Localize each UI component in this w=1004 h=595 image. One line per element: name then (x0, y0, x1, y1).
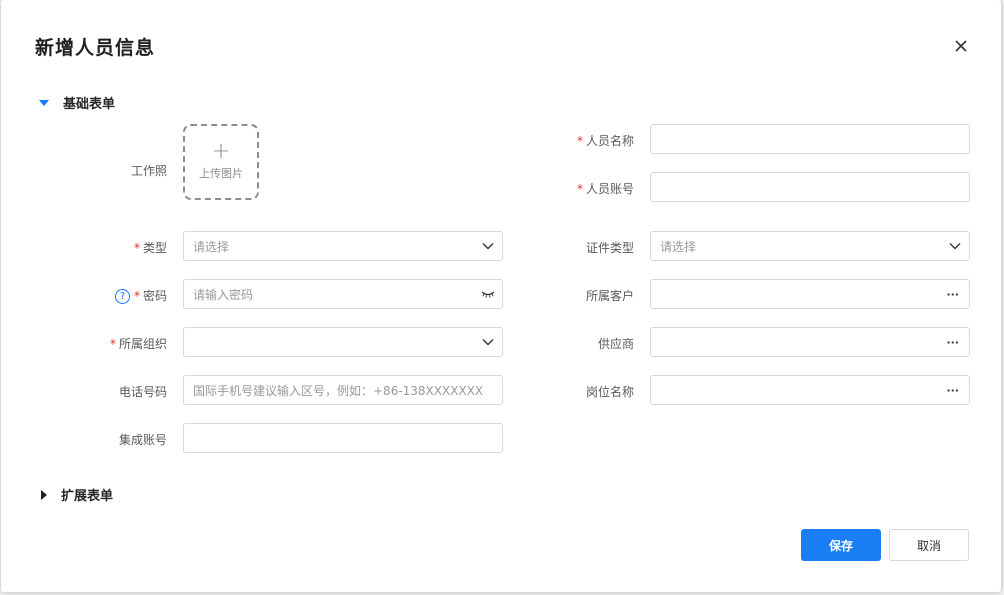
eye-closed-icon[interactable] (481, 289, 495, 299)
more-icon[interactable]: ··· (946, 288, 959, 301)
phone-label: 电话号码 (118, 385, 167, 399)
work-photo-label: 工作照 (130, 164, 167, 178)
chevron-down-icon (949, 243, 961, 250)
phone-input[interactable]: 国际手机号建议输入区号，例如：+86-138XXXXXXX (183, 375, 503, 405)
id-type-label: 证件类型 (585, 241, 634, 255)
section-basic-toggle[interactable]: 基础表单 (37, 93, 115, 112)
save-button[interactable]: 保存 (801, 529, 881, 561)
supplier-picker[interactable]: ··· (650, 327, 970, 357)
password-input[interactable]: 请输入密码 (183, 279, 503, 309)
person-account-label: * 人员账号 (576, 182, 634, 196)
plus-icon: + (211, 139, 231, 164)
type-select[interactable]: 请选择 (183, 231, 503, 261)
section-basic-label: 基础表单 (63, 97, 116, 112)
person-name-label: * 人员名称 (576, 134, 634, 148)
more-icon[interactable]: ··· (946, 384, 959, 397)
organization-label: * 所属组织 (109, 337, 167, 351)
person-name-input[interactable] (650, 124, 970, 154)
password-label: ? * 密码 (81, 287, 167, 304)
id-type-select[interactable]: 请选择 (650, 231, 970, 261)
integration-account-label: 集成账号 (118, 433, 167, 447)
customer-label: 所属客户 (585, 289, 634, 303)
upload-image-button[interactable]: + 上传图片 (183, 124, 259, 200)
position-label: 岗位名称 (585, 385, 634, 399)
close-icon[interactable] (951, 36, 971, 56)
add-person-dialog: 新增人员信息 基础表单 工作照 + 上传图片 * 人员名称 * 人员账号 * 类型 请… (1, 0, 1001, 592)
dialog-title: 新增人员信息 (35, 37, 156, 59)
supplier-label: 供应商 (597, 337, 634, 351)
type-label: * 类型 (133, 241, 167, 255)
more-icon[interactable]: ··· (946, 336, 959, 349)
chevron-down-icon (482, 339, 494, 346)
integration-account-input[interactable] (183, 423, 503, 453)
upload-text: 上传图片 (199, 167, 243, 180)
help-icon[interactable]: ? (114, 289, 130, 304)
caret-right-icon (41, 489, 47, 500)
position-picker[interactable]: ··· (650, 375, 970, 405)
organization-select[interactable] (183, 327, 503, 357)
section-extended-label: 扩展表单 (61, 489, 114, 504)
person-account-input[interactable] (650, 172, 970, 202)
caret-down-icon (39, 99, 49, 106)
customer-picker[interactable]: ··· (650, 279, 970, 309)
section-extended-toggle[interactable]: 扩展表单 (37, 485, 113, 504)
cancel-button[interactable]: 取消 (889, 529, 969, 561)
chevron-down-icon (482, 243, 494, 250)
